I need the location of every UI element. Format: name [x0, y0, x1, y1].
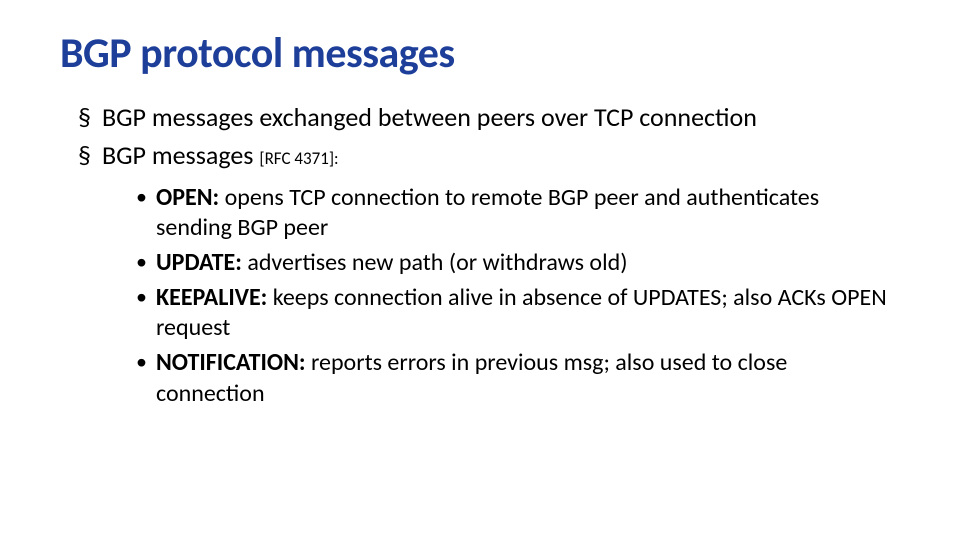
- msg-notification-name: NOTIFICATION:: [156, 348, 306, 377]
- msg-keepalive: KEEPALIVE: keeps connection alive in abs…: [134, 283, 900, 344]
- msg-update-desc: advertises new path (or withdraws old): [242, 248, 628, 277]
- bullet-list-level2: OPEN: opens TCP connection to remote BGP…: [102, 183, 900, 410]
- bullet-item-messages: BGP messages [RFC 4371]: OPEN: opens TCP…: [84, 139, 900, 410]
- msg-notification: NOTIFICATION: reports errors in previous…: [134, 348, 900, 409]
- bullet-item-exchange: BGP messages exchanged between peers ove…: [84, 101, 900, 135]
- msg-update-name: UPDATE:: [156, 248, 242, 277]
- msg-open-name: OPEN:: [156, 183, 219, 212]
- bullet-item-messages-prefix: BGP messages: [102, 139, 259, 171]
- rfc-reference: [RFC 4371]:: [259, 148, 338, 169]
- msg-keepalive-name: KEEPALIVE:: [156, 283, 267, 312]
- msg-update: UPDATE: advertises new path (or withdraw…: [134, 248, 900, 279]
- msg-open-desc: opens TCP connection to remote BGP peer …: [156, 183, 819, 243]
- slide-title: BGP protocol messages: [60, 28, 900, 79]
- slide-container: BGP protocol messages BGP messages excha…: [0, 0, 960, 410]
- msg-open: OPEN: opens TCP connection to remote BGP…: [134, 183, 900, 244]
- bullet-list-level1: BGP messages exchanged between peers ove…: [60, 101, 900, 410]
